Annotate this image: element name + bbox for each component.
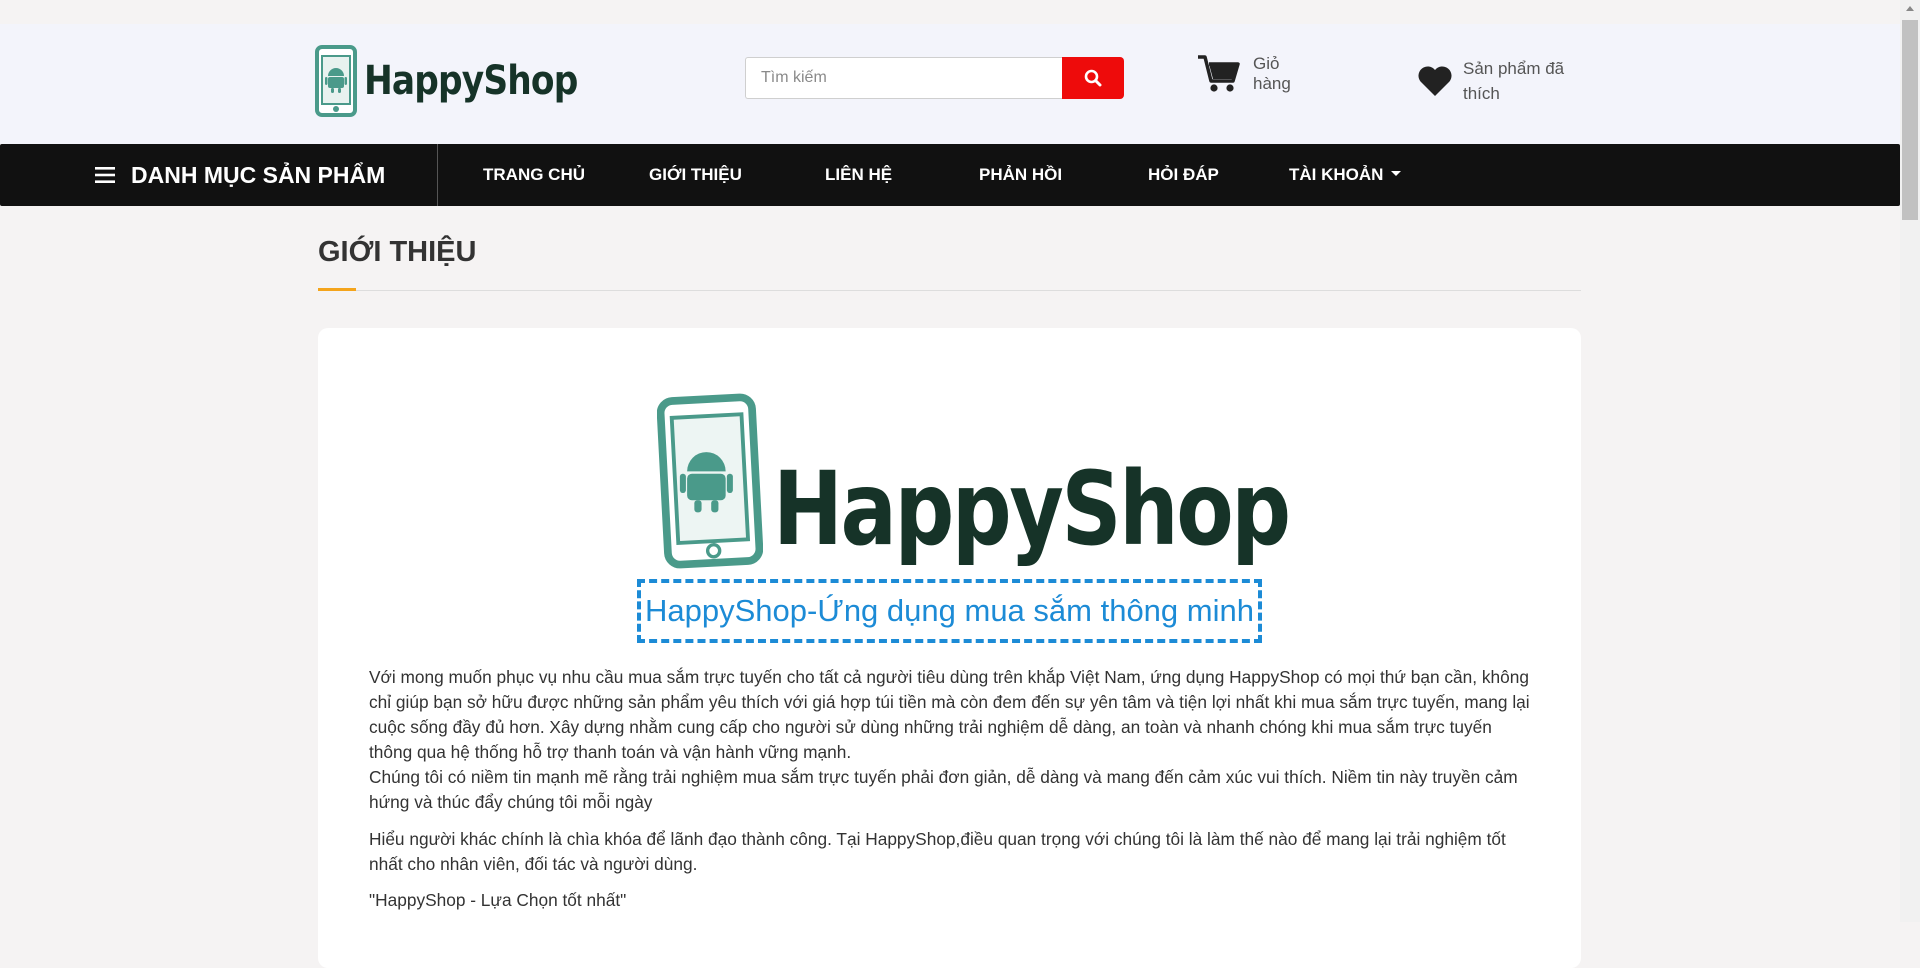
nav-item-feedback[interactable]: PHẢN HỒI [979,144,1062,206]
title-divider [318,290,1581,291]
about-content: Với mong muốn phục vụ nhu cầu mua sắm tr… [369,665,1534,913]
about-paragraph-3: Hiểu người khác chính là chìa khóa để lã… [369,829,1506,874]
about-paragraph-2: Chúng tôi có niềm tin mạnh mẽ rằng trải … [369,767,1518,812]
header: HappyShop Giỏ hàng Sản phẩm đã thích [0,24,1900,144]
scroll-up-arrow-icon[interactable] [1906,6,1914,11]
search-input[interactable] [745,57,1062,99]
search-bar [745,57,1124,99]
phone-android-logo-icon [657,393,763,569]
page-title: GIỚI THIỆU [318,236,477,268]
nav-divider [437,144,438,206]
nav-item-home[interactable]: TRANG CHỦ [483,144,585,206]
nav-item-contact[interactable]: LIÊN HỆ [825,144,892,206]
category-menu-button[interactable]: DANH MỤC SẢN PHẨM [95,144,385,206]
search-button[interactable] [1062,57,1124,99]
nav-item-account-label: TÀI KHOẢN [1289,165,1384,184]
main-navbar: DANH MỤC SẢN PHẨM TRANG CHỦ GIỚI THIỆU L… [0,144,1900,206]
search-icon [1084,69,1102,87]
caret-down-icon [1391,171,1402,177]
about-card: HappyShop HappyShop-Ứng dụng mua sắm thô… [318,328,1581,968]
favorites-label: Sản phẩm đã thích [1463,59,1565,103]
scrollbar-thumb[interactable] [1902,20,1918,220]
nav-item-faq[interactable]: HỎI ĐÁP [1148,144,1219,206]
about-slogan: "HappyShop - Lựa Chọn tốt nhất" [369,890,627,910]
about-logo: HappyShop [657,389,1402,573]
page-scrollbar[interactable] [1900,0,1920,922]
category-menu-label: DANH MỤC SẢN PHẨM [131,161,386,188]
favorites-link[interactable]: Sản phẩm đã thích [1417,56,1583,106]
cart-link[interactable]: Giỏ hàng [1197,54,1313,94]
phone-android-logo-icon [315,45,357,117]
about-logo-text: HappyShop [773,450,1291,569]
tagline-box: HappyShop-Ứng dụng mua sắm thông minh [637,579,1262,643]
title-accent-bar [318,288,356,291]
nav-item-account[interactable]: TÀI KHOẢN [1289,144,1402,206]
logo-text: HappyShop [364,58,578,104]
heart-icon [1418,66,1452,96]
nav-item-about[interactable]: GIỚI THIỆU [649,144,742,206]
tagline-text: HappyShop-Ứng dụng mua sắm thông minh [645,593,1254,628]
logo[interactable]: HappyShop [314,44,612,118]
hamburger-icon [95,167,115,183]
about-paragraph-1: Với mong muốn phục vụ nhu cầu mua sắm tr… [369,667,1530,762]
cart-label: Giỏ hàng [1253,54,1291,93]
cart-icon [1198,55,1240,92]
top-strip [0,0,1900,24]
